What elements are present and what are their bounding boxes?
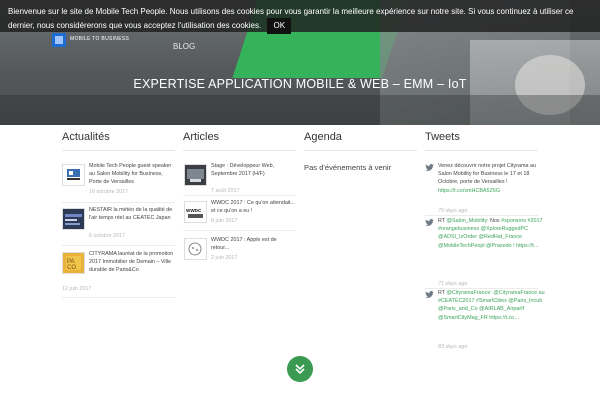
wwdc-thumb-icon: WWDC	[184, 201, 207, 223]
article-item-date: 2 juin 2017	[211, 255, 238, 261]
twitter-bird-icon	[425, 164, 434, 171]
apple-thumb-icon	[184, 238, 207, 260]
tweet-link[interactable]: @CityramaFrance: @CityramaFrance au #CEA…	[438, 290, 545, 321]
nestair-thumb-icon	[62, 208, 85, 230]
articles-column: Articles	[183, 131, 296, 151]
agenda-divider	[304, 150, 417, 151]
articles-title: Articles	[183, 131, 220, 143]
news-item-title[interactable]: Mobile Tech People guest speaker au Salo…	[89, 162, 175, 187]
article-item[interactable]: WWDC 2017 : Apple est de retour... 2 jui…	[184, 236, 296, 264]
news-item-date: 12 juin 2017	[62, 286, 92, 292]
news-item-date: 6 octobre 2017	[89, 233, 125, 239]
article-item-date: 8 juin 2017	[211, 218, 238, 224]
news-item-title[interactable]: NESTAIR la météo de la qualité de l'air …	[89, 206, 175, 222]
tweet-item[interactable]: RT @CityramaFrance: @CityramaFrance au #…	[438, 289, 548, 322]
parisco-logo-icon: PA CO	[62, 252, 85, 274]
hero-title: EXPERTISE APPLICATION MOBILE & WEB – EMM…	[133, 77, 467, 91]
tweet-link[interactable]: https://t.co/xmHCBA5Z6G	[438, 188, 500, 194]
tweet-rt-prefix: RT	[438, 290, 445, 296]
divider	[183, 230, 296, 231]
articles-divider	[183, 150, 296, 151]
actualites-column: Actualités	[62, 131, 175, 151]
article-item-title[interactable]: WWDC 2017 : Apple est de retour...	[211, 236, 296, 252]
actualites-title: Actualités	[62, 131, 110, 143]
agenda-empty-message: Pas d'événements à venir	[304, 163, 392, 172]
scroll-down-button[interactable]	[287, 356, 313, 382]
news-item-date: 16 octobre 2017	[89, 189, 128, 195]
tweet-rt-prefix: RT	[438, 218, 445, 224]
chevron-double-down-icon	[295, 364, 305, 375]
cookie-banner: Bienvenue sur le site de Mobile Tech Peo…	[0, 0, 600, 34]
news-item[interactable]: Mobile Tech People guest speaker au Salo…	[62, 162, 175, 202]
cookie-message-wrap: Bienvenue sur le site de Mobile Tech Peo…	[8, 6, 593, 34]
news-item-title[interactable]: CITYRAMA lauréat de la promotion 2017 Im…	[89, 250, 175, 275]
tweets-title: Tweets	[425, 131, 460, 143]
divider	[183, 195, 296, 196]
svg-text:WWDC: WWDC	[186, 208, 202, 213]
tweets-column: Tweets	[425, 131, 538, 151]
tweet-date: 71 days ago	[438, 281, 468, 287]
divider	[62, 297, 175, 298]
svg-text:CO: CO	[67, 265, 76, 271]
tweet-text: Nos	[488, 218, 500, 224]
divider	[425, 215, 538, 216]
divider	[62, 245, 175, 246]
tweet-text: Venez découvrir notre projet Cityrama au…	[438, 163, 536, 186]
article-item[interactable]: Stage : Développeur Web, Septembre 2017 …	[184, 162, 296, 194]
news-item[interactable]: NESTAIR la météo de la qualité de l'air …	[62, 206, 175, 242]
article-item[interactable]: WWDC WWDC 2017 : Ce qu'on attendait... e…	[184, 199, 296, 227]
article-item-title[interactable]: Stage : Développeur Web, Septembre 2017 …	[211, 162, 296, 178]
news-item[interactable]: PA CO CITYRAMA lauréat de la promotion 20…	[62, 250, 175, 296]
citybox-logo-icon	[62, 164, 85, 186]
cookie-ok-button[interactable]: OK	[267, 18, 292, 34]
logo-icon[interactable]	[52, 33, 66, 47]
tweets-divider	[425, 150, 538, 151]
agenda-title: Agenda	[304, 131, 342, 143]
divider	[62, 202, 175, 203]
tweet-item[interactable]: RT @Salon_Mobility: Nos #sponsors #2017 …	[438, 217, 548, 250]
article-item-title[interactable]: WWDC 2017 : Ce qu'on attendait... et ce …	[211, 199, 296, 215]
logo-tagline[interactable]: MOBILE TO BUSINESS	[70, 36, 129, 42]
agenda-column: Agenda	[304, 131, 417, 151]
tweet-mention-link[interactable]: @Salon_Mobility:	[447, 218, 489, 224]
article-item-date: 7 août 2017	[211, 188, 240, 194]
tweet-date: 83 days ago	[438, 344, 468, 350]
hero-table-shadow	[0, 95, 600, 125]
actualites-divider	[62, 150, 175, 151]
twitter-bird-icon	[425, 219, 434, 226]
nav-blog-link[interactable]: BLOG	[173, 42, 195, 51]
tweet-item[interactable]: Venez découvrir notre projet Cityrama au…	[438, 162, 548, 195]
tweet-date: 70 days ago	[438, 208, 468, 214]
stage-thumb-icon	[184, 164, 207, 186]
twitter-bird-icon	[425, 291, 434, 298]
